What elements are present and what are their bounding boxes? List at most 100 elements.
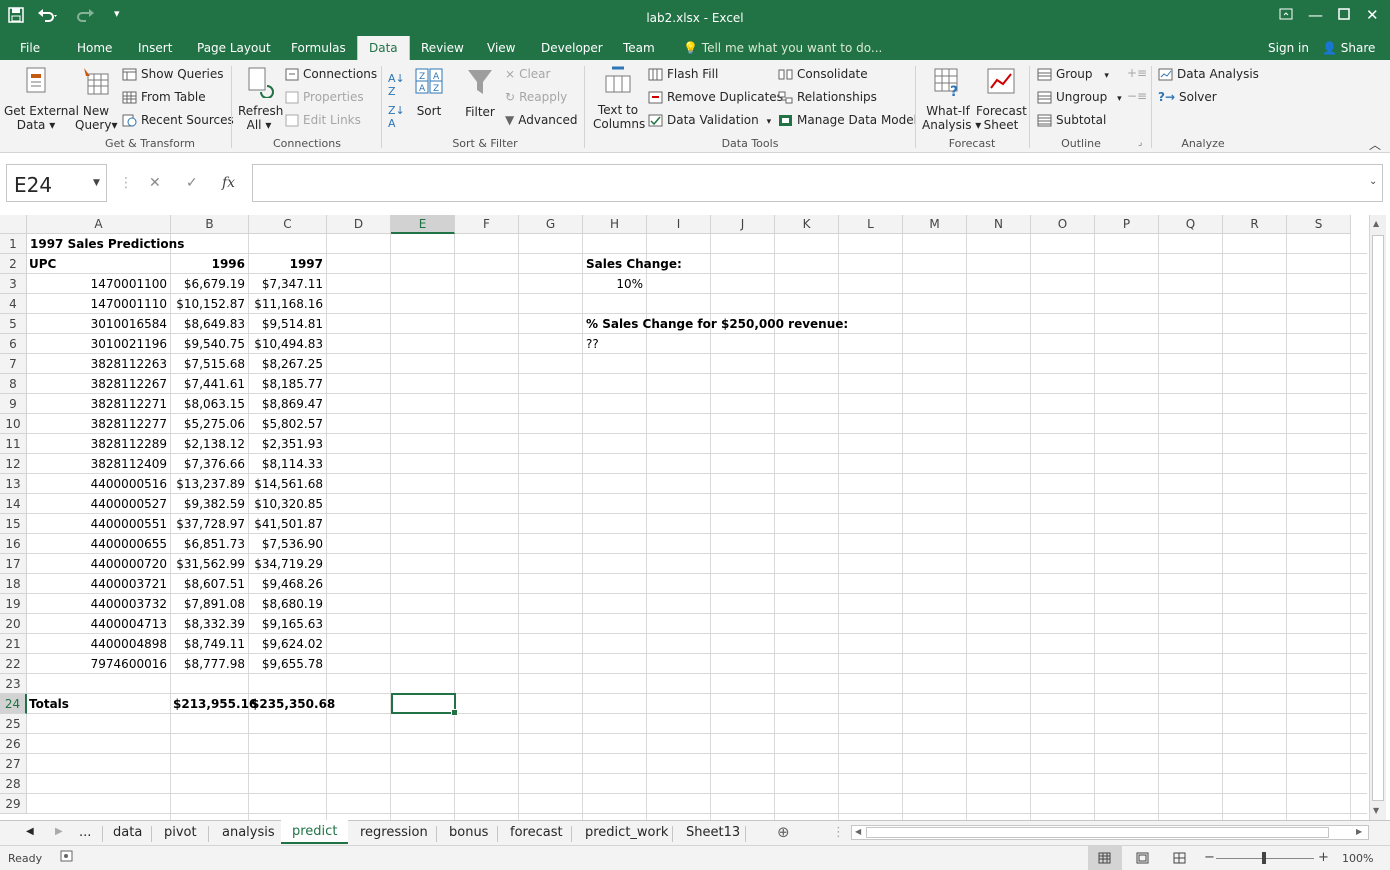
row-header-18[interactable]: 18	[0, 574, 27, 594]
row-header-11[interactable]: 11	[0, 434, 27, 454]
row-header-15[interactable]: 15	[0, 514, 27, 534]
row-header-19[interactable]: 19	[0, 594, 27, 614]
expand-formula-bar-icon[interactable]: ⌄	[1369, 176, 1377, 187]
cell-1997[interactable]: $9,468.26	[251, 574, 326, 594]
close-icon[interactable]: ✕	[1366, 6, 1379, 24]
sheet-tab-bonus[interactable]: bonus	[449, 825, 488, 840]
reapply-button[interactable]: ↻ Reapply	[505, 90, 567, 104]
row-header-16[interactable]: 16	[0, 534, 27, 554]
cell-a24[interactable]: Totals	[29, 694, 170, 714]
share-button[interactable]: 👤 Share	[1322, 41, 1375, 55]
cell-upc[interactable]: 4400000527	[29, 494, 170, 514]
cell-1997[interactable]: $8,680.19	[251, 594, 326, 614]
group-button[interactable]: Group ▾	[1037, 67, 1109, 81]
collapse-ribbon-icon[interactable]: ︿	[1369, 136, 1381, 153]
scroll-down-icon[interactable]: ▼	[1373, 806, 1379, 815]
cell-1996[interactable]: $8,777.98	[173, 654, 248, 674]
consolidate-button[interactable]: Consolidate	[778, 67, 868, 81]
cell-1996[interactable]: $2,138.12	[173, 434, 248, 454]
row-header-10[interactable]: 10	[0, 414, 27, 434]
vertical-scrollbar[interactable]: ▲ ▼	[1369, 215, 1386, 820]
maximize-icon[interactable]	[1338, 6, 1350, 24]
minimize-icon[interactable]: —	[1308, 6, 1323, 24]
cell-1997[interactable]: $9,165.63	[251, 614, 326, 634]
new-sheet-icon[interactable]: ⊕	[777, 823, 790, 841]
page-break-view-icon[interactable]	[1173, 852, 1186, 867]
cell-upc[interactable]: 3828112277	[29, 414, 170, 434]
cell-h6[interactable]: ??	[586, 334, 599, 354]
tab-file[interactable]: File	[20, 41, 40, 55]
cell-1997[interactable]: $34,719.29	[251, 554, 326, 574]
row-header-28[interactable]: 28	[0, 774, 27, 794]
row-header-4[interactable]: 4	[0, 294, 27, 314]
cell-1996[interactable]: $37,728.97	[173, 514, 248, 534]
cell-1997[interactable]: $10,320.85	[251, 494, 326, 514]
row-header-8[interactable]: 8	[0, 374, 27, 394]
row-header-6[interactable]: 6	[0, 334, 27, 354]
cell-h3[interactable]: 10%	[585, 274, 646, 294]
row-header-9[interactable]: 9	[0, 394, 27, 414]
remove-duplicates-button[interactable]: Remove Duplicates	[648, 90, 783, 104]
sort-a-z-button[interactable]: A↓ Z	[388, 72, 405, 98]
row-header-22[interactable]: 22	[0, 654, 27, 674]
sign-in-link[interactable]: Sign in	[1268, 41, 1309, 55]
sort-button[interactable]: ZAAZ Sort	[413, 68, 445, 118]
column-header-a[interactable]: A	[27, 215, 171, 234]
cell-1997[interactable]: $8,185.77	[251, 374, 326, 394]
cell-upc[interactable]: 4400000551	[29, 514, 170, 534]
formula-input[interactable]	[252, 164, 1383, 202]
cell-upc[interactable]: 4400004898	[29, 634, 170, 654]
tab-review[interactable]: Review	[421, 41, 464, 55]
cell-1996[interactable]: $13,237.89	[173, 474, 248, 494]
column-header-r[interactable]: R	[1223, 215, 1287, 234]
insert-function-icon[interactable]: fx	[222, 175, 235, 191]
column-header-l[interactable]: L	[839, 215, 903, 234]
row-header-24[interactable]: 24	[0, 694, 27, 714]
cell-upc[interactable]: 7974600016	[29, 654, 170, 674]
cell-upc[interactable]: 3828112409	[29, 454, 170, 474]
sheet-tab-forecast[interactable]: forecast	[510, 825, 563, 840]
column-header-d[interactable]: D	[327, 215, 391, 234]
row-header-20[interactable]: 20	[0, 614, 27, 634]
cell-1996[interactable]: $5,275.06	[173, 414, 248, 434]
cell-1997[interactable]: $14,561.68	[251, 474, 326, 494]
flash-fill-button[interactable]: Flash Fill	[648, 67, 718, 81]
cell-b24[interactable]: $213,955.16	[173, 694, 257, 714]
tab-developer[interactable]: Developer	[541, 41, 603, 55]
hide-detail-icon[interactable]: −≡	[1127, 89, 1147, 103]
data-analysis-button[interactable]: Data Analysis	[1158, 67, 1259, 81]
name-box-dropdown-icon[interactable]: ▼	[93, 178, 100, 188]
sheet-tab-data[interactable]: data	[113, 825, 142, 840]
cell-1996[interactable]: $8,649.83	[173, 314, 248, 334]
solver-button[interactable]: ?→ Solver	[1158, 90, 1217, 104]
show-queries-button[interactable]: Show Queries	[122, 67, 224, 81]
sheet-tab-predict-work[interactable]: predict_work	[585, 825, 668, 840]
scroll-tabs-left-icon[interactable]: ◀	[26, 826, 34, 837]
cell-1997[interactable]: $9,514.81	[251, 314, 326, 334]
cell-upc[interactable]: 4400003721	[29, 574, 170, 594]
tab-view[interactable]: View	[487, 41, 515, 55]
filter-button[interactable]: Filter	[462, 68, 498, 119]
tab-page-layout[interactable]: Page Layout	[197, 41, 271, 55]
cell-1996[interactable]: $7,891.08	[173, 594, 248, 614]
clear-button[interactable]: ⨯ Clear	[505, 67, 550, 81]
row-header-12[interactable]: 12	[0, 454, 27, 474]
cell-1996[interactable]: $10,152.87	[173, 294, 248, 314]
cell-1997[interactable]: $8,114.33	[251, 454, 326, 474]
cell-1997[interactable]: $41,501.87	[251, 514, 326, 534]
tab-team[interactable]: Team	[623, 41, 655, 55]
cell-1996[interactable]: $31,562.99	[173, 554, 248, 574]
cell-a1[interactable]: 1997 Sales Predictions	[30, 234, 184, 254]
tab-insert[interactable]: Insert	[138, 41, 172, 55]
sheet-tab-more[interactable]: ...	[79, 825, 91, 840]
cell-1996[interactable]: $8,607.51	[173, 574, 248, 594]
column-header-n[interactable]: N	[967, 215, 1031, 234]
sheet-tab-analysis[interactable]: analysis	[222, 825, 275, 840]
sheet-tab-predict[interactable]: predict	[281, 820, 349, 844]
from-table-button[interactable]: From Table	[122, 90, 206, 104]
properties-button[interactable]: Properties	[285, 90, 364, 104]
cell-upc[interactable]: 3828112271	[29, 394, 170, 414]
column-header-m[interactable]: M	[903, 215, 967, 234]
cell-1997[interactable]: $9,655.78	[251, 654, 326, 674]
row-header-26[interactable]: 26	[0, 734, 27, 754]
